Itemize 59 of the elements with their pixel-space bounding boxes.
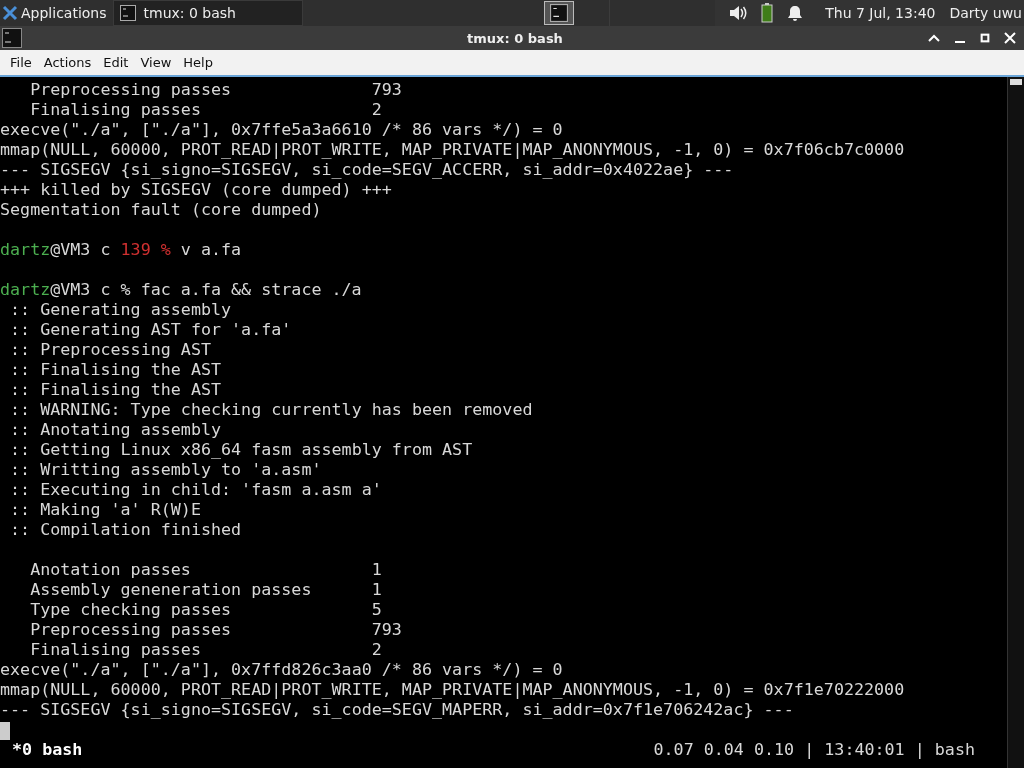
taskbar-button[interactable]: tmux: 0 bash [112, 0, 303, 26]
menu-item[interactable]: Actions [37, 55, 98, 70]
close-icon[interactable] [1004, 32, 1016, 44]
cursor [0, 721, 10, 740]
terminal-line: --- SIGSEGV {si_signo=SIGSEGV, si_code=SEGV_ACCERR, si_addr=0x4022ae} --- [0, 159, 735, 179]
exit-status: 139 % [120, 239, 171, 259]
terminal-line: execve("./a", ["./a"], 0x7ffe5a3a6610 /* 86 vars */) = 0 [0, 119, 564, 139]
terminal-line: mmap(NULL, 60000, PROT_READ|PROT_WRITE, MAP_PRIVATE|MAP_ANONYMOUS, -1, 0) = 0x7f1e70222000 [0, 679, 906, 699]
terminal-line: execve("./a", ["./a"], 0x7ffd826c3aa0 /* 86 vars */) = 0 [0, 659, 564, 679]
menu-item[interactable]: View [134, 55, 178, 70]
terminal-line: :: Generating assembly [9, 299, 233, 319]
terminal-icon [2, 28, 22, 48]
terminal-line: :: Finalising the AST [9, 379, 223, 399]
x-logo-icon [2, 5, 18, 21]
command-text: % fac a.fa && strace ./a [120, 279, 362, 299]
terminal-line: :: Anotating assembly [9, 419, 223, 439]
bell-icon[interactable] [787, 5, 804, 21]
menu-item[interactable]: File [4, 55, 38, 70]
window-title: tmux: 0 bash [466, 30, 564, 46]
prompt-user: dartz [0, 279, 51, 299]
terminal-line: +++ killed by SIGSEGV (core dumped) +++ [0, 179, 393, 199]
terminal-line: :: Preprocessing AST [9, 339, 212, 359]
terminal-line: :: Getting Linux x86_64 fasm assembly from AST [9, 439, 474, 459]
volume-icon[interactable] [729, 5, 748, 21]
terminal-line: :: Compilation finished [9, 519, 243, 539]
menu-item[interactable]: Help [177, 55, 219, 70]
shade-icon[interactable] [928, 32, 940, 44]
terminal-icon [550, 4, 569, 22]
terminal-line: :: WARNING: Type checking currently has been removed [9, 399, 534, 419]
menu-item[interactable]: Edit [97, 55, 135, 70]
terminal-icon [119, 5, 136, 21]
terminal-line: Anotation passes 1 [29, 559, 383, 579]
battery-icon[interactable] [761, 3, 774, 23]
terminal-line: Type checking passes 5 [29, 599, 383, 619]
tmux-window: *0 bash [12, 739, 83, 759]
terminal-line: :: Writting assembly to 'a.asm' [9, 459, 323, 479]
terminal-line: mmap(NULL, 60000, PROT_READ|PROT_WRITE, MAP_PRIVATE|MAP_ANONYMOUS, -1, 0) = 0x7f06cb7c0000 [0, 139, 906, 159]
terminal-line: :: Making 'a' R(W)E [9, 499, 202, 519]
terminal-line: Segmentation fault (core dumped) [0, 199, 323, 219]
workspace-button[interactable] [544, 1, 575, 25]
tmux-status: 0.07 0.04 0.10 | 13:40:01 | bash [653, 739, 975, 759]
prompt-host: @VM3 c [50, 239, 111, 259]
terminal-line: Assembly geneneration passes 1 [29, 579, 383, 599]
prompt-user: dartz [0, 239, 51, 259]
terminal-line: Preprocessing passes 793 [29, 619, 403, 639]
terminal-line: :: Generating AST for 'a.fa' [9, 319, 293, 339]
terminal-line: :: Executing in child: 'fasm a.asm a' [9, 479, 383, 499]
terminal-line: --- SIGSEGV {si_signo=SIGSEGV, si_code=SEGV_MAPERR, si_addr=0x7f1e706242ac} --- [0, 699, 795, 719]
terminal-line: Finalising passes 2 [29, 639, 383, 659]
clock[interactable]: Thu 7 Jul, 13:40 [825, 5, 936, 21]
command-text: v a.fa [180, 239, 242, 259]
user-name[interactable]: Darty uwu [949, 5, 1024, 21]
terminal-line: :: Finalising the AST [9, 359, 223, 379]
terminal-line: Preprocessing passes 793 [29, 79, 403, 99]
applications-menu[interactable]: Applications [0, 0, 113, 26]
maximize-icon[interactable] [980, 33, 990, 43]
scrollbar[interactable] [1007, 77, 1024, 768]
prompt-host: @VM3 c [50, 279, 111, 299]
terminal-line: Finalising passes 2 [29, 99, 383, 119]
